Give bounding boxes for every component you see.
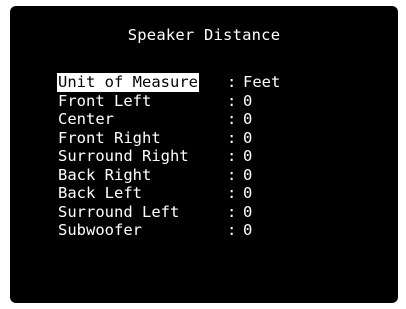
separator: : bbox=[227, 110, 237, 128]
menu-item-value: Feet bbox=[243, 73, 281, 91]
menu-item-front-right[interactable]: Front Right : 0 bbox=[57, 129, 357, 148]
menu-item-value: 0 bbox=[243, 91, 253, 110]
speaker-distance-menu: Unit of Measure : Feet Front Left : 0 Ce… bbox=[57, 73, 357, 240]
separator: : bbox=[227, 147, 237, 165]
osd-screen: Speaker Distance Unit of Measure : Feet … bbox=[10, 6, 398, 303]
menu-item-value: 0 bbox=[243, 110, 253, 128]
menu-item-label: Back Left bbox=[58, 184, 142, 202]
separator: : bbox=[227, 221, 237, 239]
menu-item-front-left[interactable]: Front Left : 0 bbox=[57, 92, 357, 111]
menu-item-value: 0 bbox=[243, 202, 253, 221]
separator: : bbox=[227, 184, 237, 202]
separator: : bbox=[227, 91, 237, 110]
menu-item-label: Front Right bbox=[58, 128, 161, 147]
menu-item-unit-of-measure[interactable]: Unit of Measure : Feet bbox=[57, 73, 357, 92]
menu-item-surround-right[interactable]: Surround Right : 0 bbox=[57, 147, 357, 166]
menu-item-value: 0 bbox=[243, 221, 253, 239]
menu-item-back-right[interactable]: Back Right : 0 bbox=[57, 166, 357, 185]
menu-item-label: Surround Left bbox=[58, 202, 180, 221]
page-title: Speaker Distance bbox=[127, 26, 281, 44]
menu-item-label: Subwoofer bbox=[58, 221, 142, 239]
menu-item-value: 0 bbox=[243, 165, 253, 184]
menu-item-value: 0 bbox=[243, 184, 253, 202]
menu-item-label: Surround Right bbox=[58, 147, 189, 165]
menu-item-center[interactable]: Center : 0 bbox=[57, 110, 357, 129]
separator: : bbox=[227, 128, 237, 147]
menu-item-subwoofer[interactable]: Subwoofer : 0 bbox=[57, 221, 357, 240]
menu-item-label: Unit of Measure bbox=[57, 73, 199, 92]
menu-item-value: 0 bbox=[243, 128, 253, 147]
menu-item-back-left[interactable]: Back Left : 0 bbox=[57, 184, 357, 203]
separator: : bbox=[227, 165, 237, 184]
menu-item-label: Front Left bbox=[58, 91, 152, 110]
menu-item-value: 0 bbox=[243, 147, 253, 165]
menu-item-label: Back Right bbox=[58, 165, 152, 184]
menu-item-surround-left[interactable]: Surround Left : 0 bbox=[57, 203, 357, 222]
separator: : bbox=[227, 202, 237, 221]
menu-item-label: Center bbox=[58, 110, 114, 128]
separator: : bbox=[227, 73, 237, 91]
